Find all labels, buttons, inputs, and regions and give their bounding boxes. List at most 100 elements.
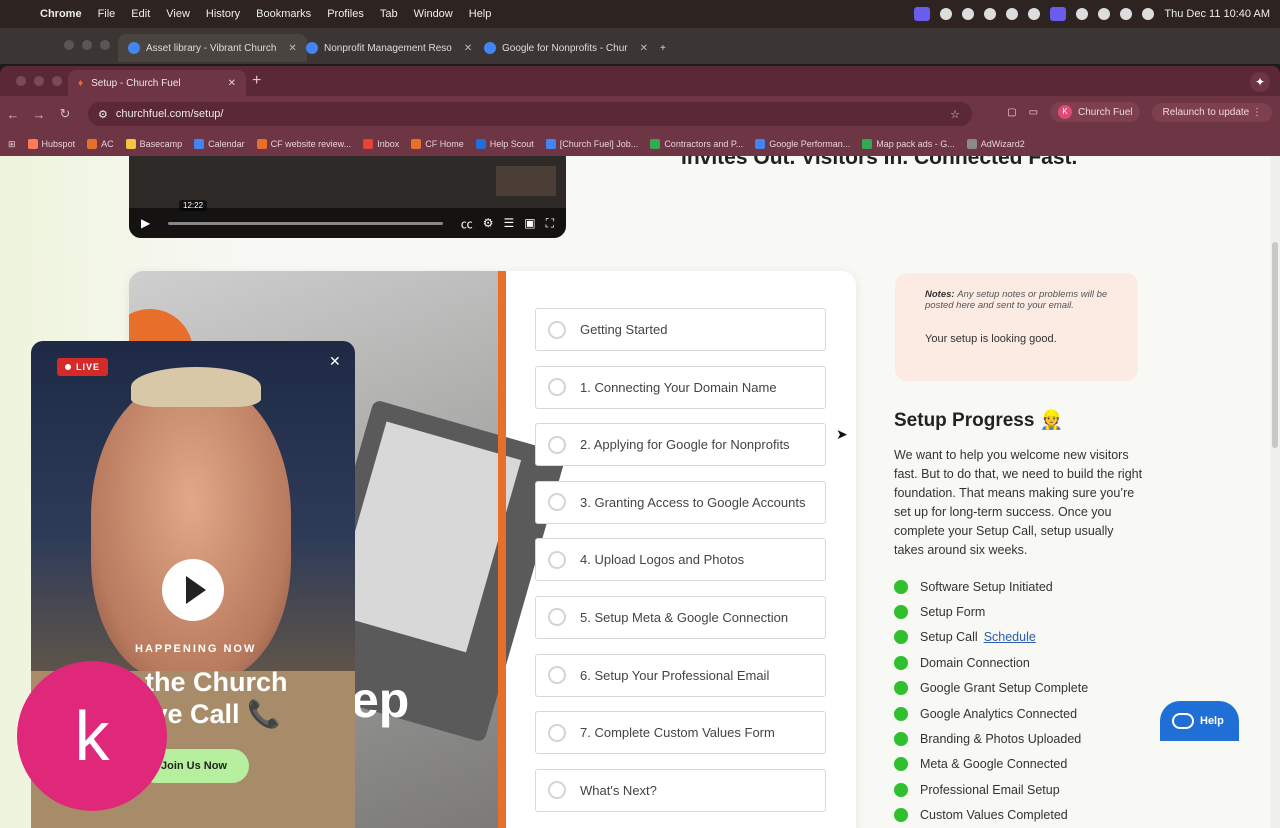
play-icon[interactable]: ▶: [141, 216, 150, 230]
bookmark-calendar[interactable]: Calendar: [194, 139, 245, 149]
page-scrollbar[interactable]: [1270, 156, 1280, 828]
relaunch-button[interactable]: Relaunch to update ⋮: [1152, 102, 1272, 122]
bookmark-contractors[interactable]: Contractors and P...: [650, 139, 743, 149]
step-meta-google[interactable]: 5. Setup Meta & Google Connection: [535, 595, 826, 639]
status-dot-icon: [894, 605, 908, 620]
bookmark-ac[interactable]: AC: [87, 139, 114, 149]
gemini-sparkle-icon[interactable]: ✦: [1250, 72, 1270, 92]
fullscreen-icon[interactable]: ⛶: [546, 216, 554, 231]
apps-grid-icon[interactable]: ⊞: [8, 139, 16, 150]
address-bar[interactable]: ⚙ churchfuel.com/setup/ ☆: [88, 102, 972, 126]
back-tab-google-for-nonprofits[interactable]: Google for Nonprofits - Chur ✕: [474, 34, 658, 62]
extensions-icon[interactable]: ▢: [1007, 107, 1016, 118]
bookmark-basecamp[interactable]: Basecamp: [125, 139, 182, 149]
bookmark-label: Map pack ads - G...: [876, 139, 955, 149]
bookmark-cf-home[interactable]: CF Home: [411, 139, 464, 149]
step-whats-next[interactable]: What's Next?: [535, 768, 826, 812]
schedule-link[interactable]: Schedule: [984, 630, 1036, 644]
menu-profiles[interactable]: Profiles: [327, 8, 364, 20]
step-granting-access[interactable]: 3. Granting Access to Google Accounts: [535, 480, 826, 524]
play-button-icon[interactable]: [162, 559, 224, 621]
bookmark-adwizard2[interactable]: AdWizard2: [966, 139, 1025, 149]
progress-item-label: Branding & Photos Uploaded: [920, 732, 1082, 747]
battery-icon[interactable]: [1076, 8, 1089, 20]
bookmark-google-performance[interactable]: Google Performan...: [755, 139, 850, 149]
settings-gear-icon[interactable]: ⚙: [483, 216, 494, 230]
screen-record-icon[interactable]: [914, 7, 931, 21]
radio-icon[interactable]: [548, 781, 566, 800]
radio-icon[interactable]: [548, 493, 566, 512]
bookmark-cf-website-review[interactable]: CF website review...: [256, 139, 351, 149]
help-chat-button[interactable]: Help: [1160, 701, 1239, 741]
back-arrow-icon[interactable]: ←: [0, 107, 26, 122]
search-icon[interactable]: [1120, 8, 1133, 20]
radio-icon[interactable]: [548, 435, 566, 454]
side-panel-icon[interactable]: ▭: [1029, 107, 1038, 118]
reload-icon[interactable]: ↻: [52, 106, 78, 122]
flame-icon: [87, 139, 98, 149]
step-custom-values[interactable]: 7. Complete Custom Values Form: [535, 711, 826, 755]
step-label: 4. Upload Logos and Photos: [580, 552, 745, 568]
radio-icon[interactable]: [548, 666, 566, 685]
close-icon[interactable]: ✕: [329, 353, 341, 370]
close-icon[interactable]: ✕: [228, 78, 236, 89]
playlist-icon[interactable]: ☰: [503, 216, 514, 230]
google-docs-icon: [755, 139, 766, 149]
back-tab-nonprofit-management[interactable]: Nonprofit Management Reso ✕: [296, 34, 482, 62]
radio-icon[interactable]: [548, 320, 566, 339]
progress-item-label: Software Setup Initiated: [920, 579, 1053, 594]
chatgpt-icon[interactable]: [984, 8, 997, 20]
bookmark-star-icon[interactable]: ☆: [950, 108, 960, 121]
bookmark-hubspot[interactable]: Hubspot: [27, 139, 75, 149]
new-tab-plus-icon[interactable]: +: [252, 72, 261, 90]
step-google-nonprofits[interactable]: 2. Applying for Google for Nonprofits: [535, 423, 826, 467]
close-icon[interactable]: ✕: [464, 43, 472, 54]
tab-setup-church-fuel[interactable]: ♦ Setup - Church Fuel ✕: [68, 70, 246, 96]
menu-chrome[interactable]: Chrome: [40, 8, 82, 20]
sparkle-status-icon[interactable]: [962, 8, 975, 20]
step-upload-logos[interactable]: 4. Upload Logos and Photos: [535, 538, 826, 582]
bookmark-church-fuel-job[interactable]: [Church Fuel] Job...: [545, 139, 638, 149]
menu-edit[interactable]: Edit: [131, 8, 150, 20]
radio-icon[interactable]: [548, 608, 566, 627]
display-mirror-icon[interactable]: [1050, 7, 1067, 21]
status-app-icon[interactable]: [940, 8, 953, 20]
site-info-icon[interactable]: ⚙: [98, 108, 108, 121]
url-text[interactable]: churchfuel.com/setup/: [116, 108, 224, 120]
video-player[interactable]: 12:22 ▶ ㏄ ⚙ ☰ ▣ ⛶: [129, 156, 566, 238]
color-picker-icon[interactable]: [1006, 8, 1019, 20]
radio-icon[interactable]: [548, 723, 566, 742]
step-connecting-domain[interactable]: 1. Connecting Your Domain Name: [535, 365, 826, 409]
profile-button[interactable]: K Church Fuel: [1050, 102, 1141, 122]
menu-tab[interactable]: Tab: [380, 8, 398, 20]
scrollbar-thumb[interactable]: [1272, 242, 1278, 448]
video-progress-bar[interactable]: [168, 221, 443, 225]
miniplayer-icon[interactable]: ▣: [524, 216, 535, 230]
clock[interactable]: Thu Dec 11 10:40 AM: [1164, 8, 1270, 20]
menu-file[interactable]: File: [98, 8, 116, 20]
step-getting-started[interactable]: Getting Started: [535, 308, 826, 351]
step-professional-email[interactable]: 6. Setup Your Professional Email: [535, 653, 826, 697]
back-tab-asset-library[interactable]: Asset library - Vibrant Church ✕: [118, 34, 307, 62]
menu-bookmarks[interactable]: Bookmarks: [256, 8, 311, 20]
new-tab-button[interactable]: +: [650, 34, 676, 62]
video-controls: ▶ ㏄ ⚙ ☰ ▣ ⛶: [129, 208, 566, 238]
bookmark-help-scout[interactable]: Help Scout: [475, 139, 534, 149]
menu-view[interactable]: View: [166, 8, 190, 20]
bookmark-inbox[interactable]: Inbox: [363, 139, 399, 149]
menu-help[interactable]: Help: [469, 8, 492, 20]
progress-item: Professional Email Setup: [894, 777, 1088, 802]
close-icon[interactable]: ✕: [640, 43, 648, 54]
wifi-icon[interactable]: [1098, 8, 1111, 20]
user-avatar[interactable]: k: [17, 661, 167, 811]
bookmark-map-pack-ads[interactable]: Map pack ads - G...: [862, 139, 955, 149]
menu-window[interactable]: Window: [414, 8, 453, 20]
radio-icon[interactable]: [548, 378, 566, 397]
play-status-icon[interactable]: [1028, 8, 1041, 20]
captions-icon[interactable]: ㏄: [461, 215, 473, 232]
forward-arrow-icon[interactable]: →: [26, 107, 52, 122]
menu-history[interactable]: History: [206, 8, 240, 20]
bookmark-label: AC: [101, 139, 114, 149]
control-center-icon[interactable]: [1142, 8, 1155, 20]
radio-icon[interactable]: [548, 550, 566, 569]
